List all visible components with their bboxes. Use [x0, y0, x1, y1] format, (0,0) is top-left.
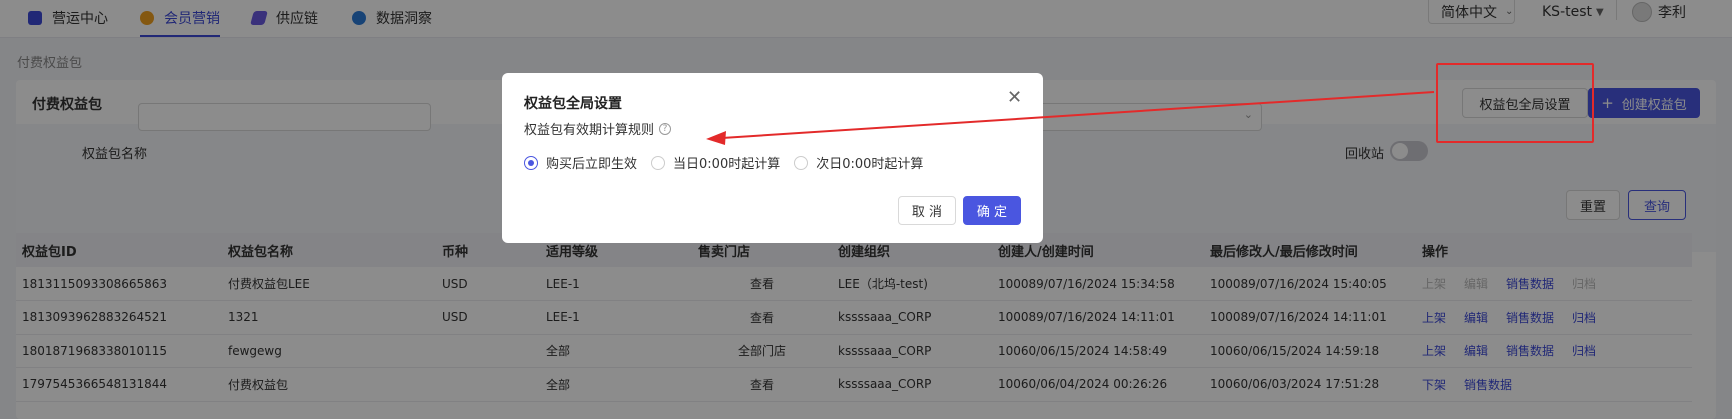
arrow-head: [706, 131, 726, 145]
arrow-shaft: [721, 91, 1435, 139]
annotation-arrow: [706, 91, 1435, 145]
